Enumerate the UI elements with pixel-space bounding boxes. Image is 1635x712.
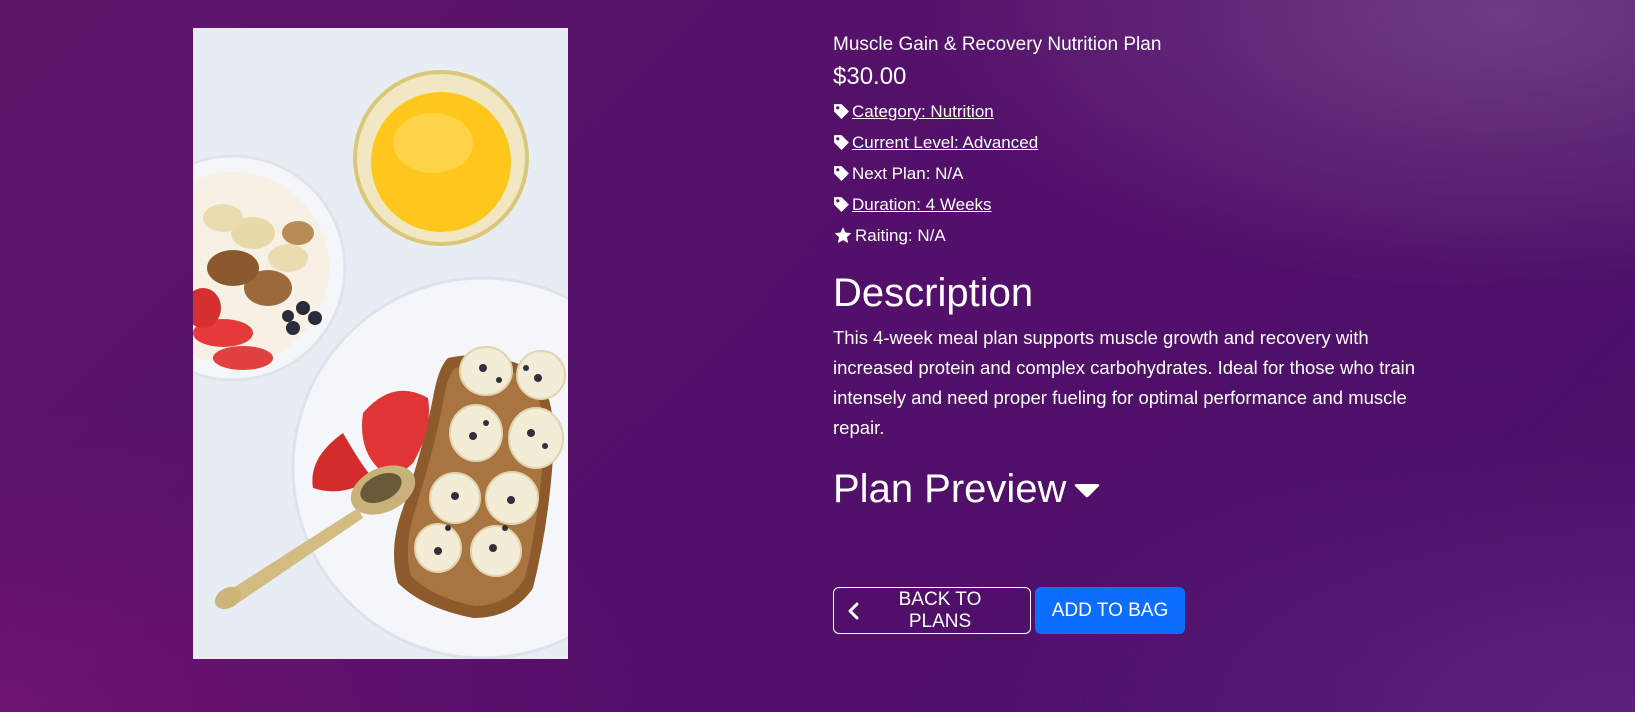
action-buttons: BACK TO PLANS ADD TO BAG [833, 587, 1185, 634]
tag-icon [834, 197, 849, 212]
add-to-bag-button[interactable]: ADD TO BAG [1035, 587, 1185, 634]
duration-row[interactable]: Duration: 4 Weeks [833, 189, 1433, 220]
caret-down-icon[interactable] [1074, 484, 1100, 498]
product-title: Muscle Gain & Recovery Nutrition Plan [833, 34, 1162, 55]
current-level-row[interactable]: Current Level: Advanced [833, 127, 1433, 158]
product-price: $30.00 [833, 63, 907, 90]
description-heading: Description [833, 271, 1034, 315]
product-details: Muscle Gain & Recovery Nutrition Plan $3… [833, 30, 1433, 513]
category-link[interactable]: Category: Nutrition [852, 96, 994, 127]
back-to-plans-button[interactable]: BACK TO PLANS [833, 587, 1031, 634]
duration-link[interactable]: Duration: 4 Weeks [852, 189, 992, 220]
plan-preview-toggle[interactable]: Plan Preview [833, 465, 1433, 513]
category-row[interactable]: Category: Nutrition [833, 96, 1433, 127]
tag-icon [834, 166, 849, 181]
add-to-bag-label: ADD TO BAG [1051, 599, 1169, 621]
next-plan-row: Next Plan: N/A [833, 158, 1433, 189]
plan-preview-heading: Plan Preview [833, 467, 1067, 511]
chevron-left-icon [848, 602, 859, 619]
tag-icon [834, 135, 849, 150]
tag-icon [834, 104, 849, 119]
star-icon [834, 227, 852, 244]
rating-text: Raiting: N/A [855, 226, 946, 245]
rating-row: Raiting: N/A [833, 220, 1433, 251]
food-photo-illustration [193, 28, 568, 659]
current-level-link[interactable]: Current Level: Advanced [852, 127, 1038, 158]
next-plan-text: Next Plan: N/A [852, 164, 964, 183]
back-to-plans-label: BACK TO PLANS [898, 588, 982, 632]
description-text: This 4-week meal plan supports muscle gr… [833, 327, 1416, 438]
product-image [193, 28, 568, 659]
